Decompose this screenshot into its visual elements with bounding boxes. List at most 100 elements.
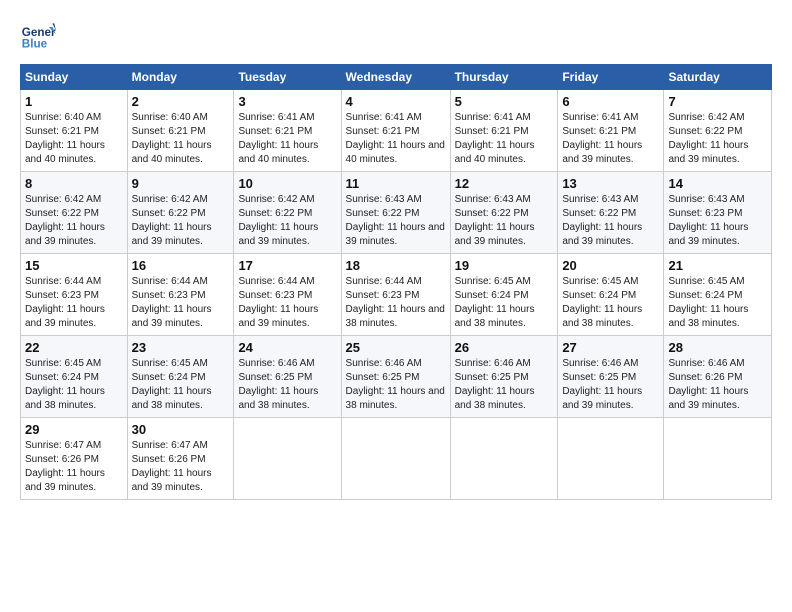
day-number: 11 [346, 176, 446, 191]
day-number: 8 [25, 176, 123, 191]
calendar-day-cell: 26 Sunrise: 6:46 AM Sunset: 6:25 PM Dayl… [450, 336, 558, 418]
day-number: 26 [455, 340, 554, 355]
day-info: Sunrise: 6:42 AM Sunset: 6:22 PM Dayligh… [668, 111, 767, 167]
day-number: 22 [25, 340, 123, 355]
calendar-day-cell [664, 418, 772, 500]
day-number: 3 [238, 94, 336, 109]
calendar-day-cell: 3 Sunrise: 6:41 AM Sunset: 6:21 PM Dayli… [234, 90, 341, 172]
weekday-header: Saturday [664, 65, 772, 90]
day-number: 5 [455, 94, 554, 109]
logo: General Blue [20, 18, 56, 54]
calendar-day-cell: 2 Sunrise: 6:40 AM Sunset: 6:21 PM Dayli… [127, 90, 234, 172]
day-info: Sunrise: 6:45 AM Sunset: 6:24 PM Dayligh… [25, 357, 123, 413]
calendar-day-cell: 12 Sunrise: 6:43 AM Sunset: 6:22 PM Dayl… [450, 172, 558, 254]
calendar-day-cell: 30 Sunrise: 6:47 AM Sunset: 6:26 PM Dayl… [127, 418, 234, 500]
calendar-day-cell: 7 Sunrise: 6:42 AM Sunset: 6:22 PM Dayli… [664, 90, 772, 172]
calendar-day-cell: 19 Sunrise: 6:45 AM Sunset: 6:24 PM Dayl… [450, 254, 558, 336]
weekday-header: Thursday [450, 65, 558, 90]
calendar-body: 1 Sunrise: 6:40 AM Sunset: 6:21 PM Dayli… [21, 90, 772, 500]
day-info: Sunrise: 6:41 AM Sunset: 6:21 PM Dayligh… [562, 111, 659, 167]
day-number: 9 [132, 176, 230, 191]
calendar-day-cell: 13 Sunrise: 6:43 AM Sunset: 6:22 PM Dayl… [558, 172, 664, 254]
calendar-table: SundayMondayTuesdayWednesdayThursdayFrid… [20, 64, 772, 500]
day-info: Sunrise: 6:46 AM Sunset: 6:26 PM Dayligh… [668, 357, 767, 413]
calendar-day-cell: 17 Sunrise: 6:44 AM Sunset: 6:23 PM Dayl… [234, 254, 341, 336]
day-number: 19 [455, 258, 554, 273]
calendar-day-cell: 14 Sunrise: 6:43 AM Sunset: 6:23 PM Dayl… [664, 172, 772, 254]
day-info: Sunrise: 6:47 AM Sunset: 6:26 PM Dayligh… [25, 439, 123, 495]
day-info: Sunrise: 6:42 AM Sunset: 6:22 PM Dayligh… [25, 193, 123, 249]
day-info: Sunrise: 6:44 AM Sunset: 6:23 PM Dayligh… [346, 275, 446, 331]
day-number: 23 [132, 340, 230, 355]
day-info: Sunrise: 6:46 AM Sunset: 6:25 PM Dayligh… [238, 357, 336, 413]
svg-text:Blue: Blue [22, 38, 48, 51]
day-info: Sunrise: 6:44 AM Sunset: 6:23 PM Dayligh… [238, 275, 336, 331]
day-info: Sunrise: 6:46 AM Sunset: 6:25 PM Dayligh… [455, 357, 554, 413]
day-info: Sunrise: 6:43 AM Sunset: 6:22 PM Dayligh… [346, 193, 446, 249]
calendar-week-row: 15 Sunrise: 6:44 AM Sunset: 6:23 PM Dayl… [21, 254, 772, 336]
day-number: 1 [25, 94, 123, 109]
calendar-week-row: 8 Sunrise: 6:42 AM Sunset: 6:22 PM Dayli… [21, 172, 772, 254]
calendar-day-cell: 1 Sunrise: 6:40 AM Sunset: 6:21 PM Dayli… [21, 90, 128, 172]
day-number: 17 [238, 258, 336, 273]
calendar-day-cell: 4 Sunrise: 6:41 AM Sunset: 6:21 PM Dayli… [341, 90, 450, 172]
day-number: 16 [132, 258, 230, 273]
calendar-day-cell: 5 Sunrise: 6:41 AM Sunset: 6:21 PM Dayli… [450, 90, 558, 172]
day-info: Sunrise: 6:41 AM Sunset: 6:21 PM Dayligh… [238, 111, 336, 167]
day-number: 18 [346, 258, 446, 273]
day-number: 28 [668, 340, 767, 355]
page: General Blue SundayMondayTuesdayWednesda… [0, 0, 792, 612]
calendar-day-cell: 20 Sunrise: 6:45 AM Sunset: 6:24 PM Dayl… [558, 254, 664, 336]
day-number: 10 [238, 176, 336, 191]
day-info: Sunrise: 6:44 AM Sunset: 6:23 PM Dayligh… [25, 275, 123, 331]
day-number: 14 [668, 176, 767, 191]
calendar-week-row: 29 Sunrise: 6:47 AM Sunset: 6:26 PM Dayl… [21, 418, 772, 500]
calendar-day-cell [558, 418, 664, 500]
day-number: 27 [562, 340, 659, 355]
weekday-header: Wednesday [341, 65, 450, 90]
calendar-day-cell: 8 Sunrise: 6:42 AM Sunset: 6:22 PM Dayli… [21, 172, 128, 254]
day-number: 7 [668, 94, 767, 109]
day-info: Sunrise: 6:45 AM Sunset: 6:24 PM Dayligh… [562, 275, 659, 331]
day-number: 30 [132, 422, 230, 437]
day-info: Sunrise: 6:43 AM Sunset: 6:22 PM Dayligh… [562, 193, 659, 249]
day-number: 13 [562, 176, 659, 191]
calendar-day-cell: 16 Sunrise: 6:44 AM Sunset: 6:23 PM Dayl… [127, 254, 234, 336]
day-number: 2 [132, 94, 230, 109]
calendar-day-cell: 29 Sunrise: 6:47 AM Sunset: 6:26 PM Dayl… [21, 418, 128, 500]
day-info: Sunrise: 6:41 AM Sunset: 6:21 PM Dayligh… [455, 111, 554, 167]
calendar-day-cell [234, 418, 341, 500]
day-number: 20 [562, 258, 659, 273]
calendar-day-cell: 27 Sunrise: 6:46 AM Sunset: 6:25 PM Dayl… [558, 336, 664, 418]
calendar-day-cell [450, 418, 558, 500]
day-info: Sunrise: 6:40 AM Sunset: 6:21 PM Dayligh… [132, 111, 230, 167]
day-info: Sunrise: 6:45 AM Sunset: 6:24 PM Dayligh… [132, 357, 230, 413]
calendar-day-cell: 22 Sunrise: 6:45 AM Sunset: 6:24 PM Dayl… [21, 336, 128, 418]
weekday-header: Tuesday [234, 65, 341, 90]
calendar-day-cell: 28 Sunrise: 6:46 AM Sunset: 6:26 PM Dayl… [664, 336, 772, 418]
calendar-day-cell: 10 Sunrise: 6:42 AM Sunset: 6:22 PM Dayl… [234, 172, 341, 254]
day-number: 12 [455, 176, 554, 191]
day-info: Sunrise: 6:41 AM Sunset: 6:21 PM Dayligh… [346, 111, 446, 167]
day-info: Sunrise: 6:45 AM Sunset: 6:24 PM Dayligh… [668, 275, 767, 331]
logo-icon: General Blue [20, 18, 56, 54]
calendar-header-row: SundayMondayTuesdayWednesdayThursdayFrid… [21, 65, 772, 90]
day-number: 15 [25, 258, 123, 273]
calendar-week-row: 1 Sunrise: 6:40 AM Sunset: 6:21 PM Dayli… [21, 90, 772, 172]
day-info: Sunrise: 6:44 AM Sunset: 6:23 PM Dayligh… [132, 275, 230, 331]
calendar-day-cell: 24 Sunrise: 6:46 AM Sunset: 6:25 PM Dayl… [234, 336, 341, 418]
calendar-day-cell [341, 418, 450, 500]
day-info: Sunrise: 6:43 AM Sunset: 6:23 PM Dayligh… [668, 193, 767, 249]
day-number: 29 [25, 422, 123, 437]
calendar-day-cell: 15 Sunrise: 6:44 AM Sunset: 6:23 PM Dayl… [21, 254, 128, 336]
day-info: Sunrise: 6:46 AM Sunset: 6:25 PM Dayligh… [346, 357, 446, 413]
calendar-day-cell: 21 Sunrise: 6:45 AM Sunset: 6:24 PM Dayl… [664, 254, 772, 336]
day-info: Sunrise: 6:40 AM Sunset: 6:21 PM Dayligh… [25, 111, 123, 167]
day-info: Sunrise: 6:46 AM Sunset: 6:25 PM Dayligh… [562, 357, 659, 413]
weekday-header: Friday [558, 65, 664, 90]
day-info: Sunrise: 6:42 AM Sunset: 6:22 PM Dayligh… [238, 193, 336, 249]
day-info: Sunrise: 6:47 AM Sunset: 6:26 PM Dayligh… [132, 439, 230, 495]
weekday-header: Monday [127, 65, 234, 90]
day-number: 4 [346, 94, 446, 109]
calendar-day-cell: 18 Sunrise: 6:44 AM Sunset: 6:23 PM Dayl… [341, 254, 450, 336]
